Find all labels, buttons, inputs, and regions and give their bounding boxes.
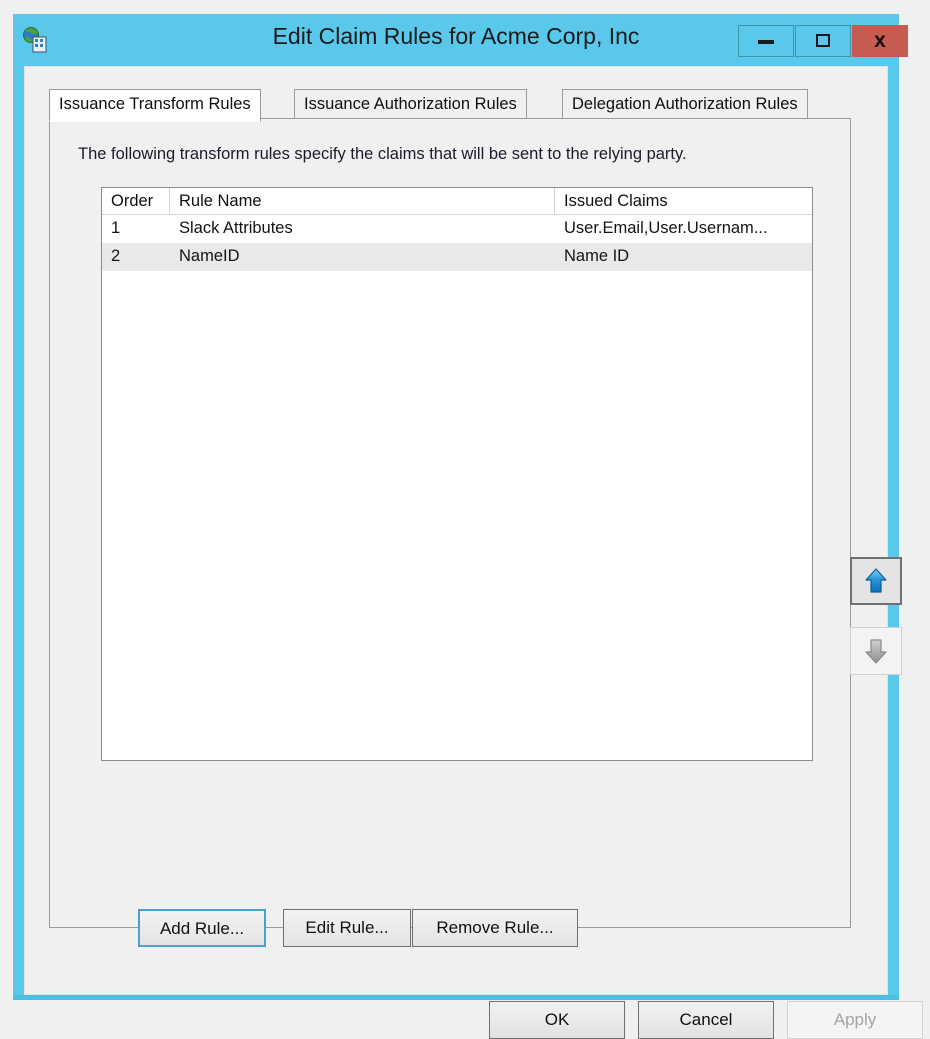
column-header-rule-name[interactable]: Rule Name (170, 188, 555, 214)
dialog-client-area: Issuance Transform Rules Issuance Author… (24, 66, 923, 1039)
tab-issuance-transform-rules[interactable]: Issuance Transform Rules (49, 89, 261, 122)
title-bar: Edit Claim Rules for Acme Corp, Inc x (13, 14, 908, 66)
cell-rule-name: NameID (179, 247, 240, 265)
edit-rule-button[interactable]: Edit Rule... (283, 909, 411, 947)
tab-strip: Issuance Transform Rules Issuance Author… (49, 89, 851, 122)
move-up-button[interactable] (850, 557, 902, 605)
minimize-button[interactable] (738, 25, 794, 57)
move-down-button[interactable] (850, 627, 902, 675)
dialog-window: Edit Claim Rules for Acme Corp, Inc x Is… (13, 14, 923, 1039)
maximize-button[interactable] (795, 25, 851, 57)
arrow-up-icon (861, 566, 891, 596)
tab-delegation-authorization-rules[interactable]: Delegation Authorization Rules (562, 89, 808, 119)
rules-list-header: Order Rule Name Issued Claims (102, 188, 812, 215)
ok-button[interactable]: OK (489, 1001, 625, 1039)
cell-issued-claims: User.Email,User.Usernam... (564, 219, 768, 237)
remove-rule-button[interactable]: Remove Rule... (412, 909, 578, 947)
cell-issued-claims: Name ID (564, 247, 630, 265)
cell-order: 1 (111, 219, 121, 237)
column-header-order[interactable]: Order (102, 188, 170, 214)
close-button[interactable]: x (852, 25, 908, 57)
cell-rule-name: Slack Attributes (179, 219, 293, 237)
arrow-down-icon (861, 636, 891, 666)
tab-issuance-authorization-rules[interactable]: Issuance Authorization Rules (294, 89, 527, 119)
tab-panel-issuance-transform-rules: The following transform rules specify th… (49, 118, 902, 947)
maximize-icon (816, 34, 830, 47)
table-row[interactable]: 1 Slack Attributes User.Email,User.Usern… (102, 215, 812, 243)
close-icon: x (874, 29, 886, 52)
panel-description: The following transform rules specify th… (78, 145, 687, 163)
table-row[interactable]: 2 NameID Name ID (102, 243, 812, 271)
column-header-issued-claims[interactable]: Issued Claims (555, 188, 812, 214)
minimize-icon (758, 40, 774, 44)
add-rule-button[interactable]: Add Rule... (138, 909, 266, 947)
cell-order: 2 (111, 247, 121, 265)
cancel-button[interactable]: Cancel (638, 1001, 774, 1039)
apply-button[interactable]: Apply (787, 1001, 923, 1039)
rules-list[interactable]: Order Rule Name Issued Claims 1 Slack At… (101, 187, 813, 761)
